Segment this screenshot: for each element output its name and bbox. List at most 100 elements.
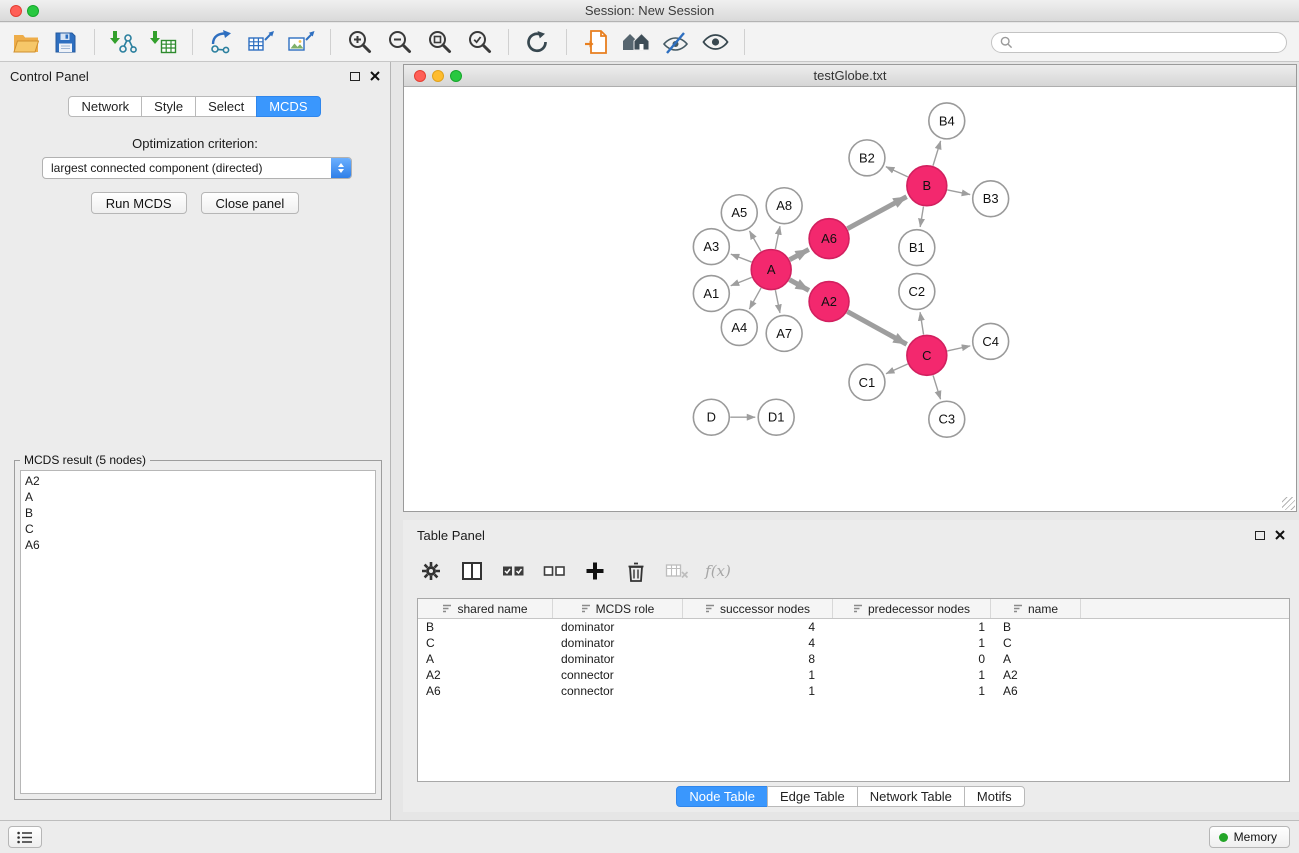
import-table-button[interactable] (148, 28, 179, 56)
run-mcds-button[interactable]: Run MCDS (91, 192, 187, 214)
tab-network-table[interactable]: Network Table (857, 786, 965, 807)
mcds-result-list[interactable]: A2ABCA6 (20, 470, 376, 794)
mcds-result-item[interactable]: A (25, 489, 371, 505)
graph-node-C[interactable]: C (907, 335, 947, 375)
graph-edge-A-A8[interactable] (775, 226, 780, 249)
graph-edge-A-A4[interactable] (749, 288, 761, 309)
graph-node-A6[interactable]: A6 (809, 219, 849, 259)
close-table-panel-icon[interactable] (1275, 530, 1285, 540)
apply-layout-button[interactable] (522, 28, 553, 56)
table-row[interactable]: A2connector11A2 (418, 667, 1289, 683)
memory-button[interactable]: Memory (1209, 826, 1290, 848)
graph-node-A2[interactable]: A2 (809, 282, 849, 322)
resize-corner-handle[interactable] (1282, 497, 1295, 510)
graph-edge-B-B3[interactable] (947, 190, 970, 195)
zoom-in-button[interactable] (344, 28, 375, 56)
tab-style[interactable]: Style (141, 96, 196, 117)
table-row[interactable]: Cdominator41C (418, 635, 1289, 651)
zoom-window-icon[interactable] (27, 5, 39, 17)
graph-node-C2[interactable]: C2 (899, 274, 935, 310)
graph-node-A3[interactable]: A3 (693, 229, 729, 265)
table-row[interactable]: Bdominator41B (418, 619, 1289, 635)
table-row[interactable]: A6connector11A6 (418, 683, 1289, 699)
show-graphics-details-button[interactable] (700, 28, 731, 56)
graph-edge-A-A7[interactable] (775, 290, 780, 313)
maximize-network-icon[interactable] (450, 70, 462, 82)
graph-edge-A-A6[interactable] (790, 249, 809, 259)
import-network-button[interactable] (108, 28, 139, 56)
column-header-name[interactable]: name (991, 599, 1081, 618)
node-table[interactable]: shared nameMCDS rolesuccessor nodesprede… (417, 598, 1290, 782)
tab-motifs[interactable]: Motifs (964, 786, 1025, 807)
delete-column-button[interactable] (624, 559, 648, 583)
graph-node-C1[interactable]: C1 (849, 364, 885, 400)
graph-edge-A-A3[interactable] (731, 254, 752, 262)
criterion-dropdown[interactable]: largest connected component (directed) (42, 157, 352, 179)
close-window-icon[interactable] (10, 5, 22, 17)
graph-edge-C-C1[interactable] (886, 364, 908, 374)
column-header-MCDS-role[interactable]: MCDS role (553, 599, 683, 618)
tab-select[interactable]: Select (195, 96, 257, 117)
graph-edge-A-A2[interactable] (790, 280, 809, 291)
first-neighbors-button[interactable] (620, 28, 651, 56)
graph-node-C4[interactable]: C4 (973, 323, 1009, 359)
minimize-network-icon[interactable] (432, 70, 444, 82)
export-network-button[interactable] (206, 28, 237, 56)
graph-node-A5[interactable]: A5 (721, 195, 757, 231)
graph-node-A7[interactable]: A7 (766, 315, 802, 351)
export-image-button[interactable] (286, 28, 317, 56)
table-settings-button[interactable] (419, 559, 443, 583)
save-session-button[interactable] (50, 28, 81, 56)
graph-node-A4[interactable]: A4 (721, 309, 757, 345)
graph-edge-C-C2[interactable] (920, 312, 924, 334)
graph-edge-A-A1[interactable] (731, 277, 752, 285)
graph-node-A8[interactable]: A8 (766, 188, 802, 224)
mcds-result-item[interactable]: B (25, 505, 371, 521)
table-row[interactable]: Adominator80A (418, 651, 1289, 667)
search-box[interactable] (991, 32, 1287, 53)
close-network-icon[interactable] (414, 70, 426, 82)
graph-edge-A2-C[interactable] (847, 312, 906, 345)
tab-mcds[interactable]: MCDS (256, 96, 320, 117)
mcds-result-item[interactable]: A2 (25, 473, 371, 489)
network-canvas-svg[interactable]: B4B2BB3A8A5A6B1A3AC2A1A2A4A7C4CC1C3DD1 (404, 88, 1296, 511)
float-panel-icon[interactable] (350, 72, 360, 81)
task-history-button[interactable] (8, 826, 42, 848)
network-canvas[interactable]: B4B2BB3A8A5A6B1A3AC2A1A2A4A7C4CC1C3DD1 (404, 88, 1296, 511)
graph-edge-C-C4[interactable] (947, 346, 970, 351)
search-input[interactable] (1018, 35, 1278, 49)
graph-node-D1[interactable]: D1 (758, 399, 794, 435)
close-panel-icon[interactable] (370, 71, 380, 81)
select-all-button[interactable] (501, 559, 525, 583)
deselect-all-button[interactable] (542, 559, 566, 583)
zoom-fit-button[interactable] (424, 28, 455, 56)
network-file-button[interactable] (580, 28, 611, 56)
graph-edge-A6-B[interactable] (847, 197, 906, 229)
graph-node-B1[interactable]: B1 (899, 230, 935, 266)
graph-edge-B-B4[interactable] (933, 141, 941, 166)
graph-node-B2[interactable]: B2 (849, 140, 885, 176)
tab-network[interactable]: Network (68, 96, 142, 117)
graph-node-B4[interactable]: B4 (929, 103, 965, 139)
zoom-selected-button[interactable] (464, 28, 495, 56)
graph-edge-C-C3[interactable] (933, 375, 940, 399)
mcds-result-item[interactable]: C (25, 521, 371, 537)
hide-graphics-details-button[interactable] (660, 28, 691, 56)
graph-edge-B-B2[interactable] (886, 167, 908, 177)
tab-node-table[interactable]: Node Table (676, 786, 768, 807)
mcds-result-item[interactable]: A6 (25, 537, 371, 553)
float-table-panel-icon[interactable] (1255, 531, 1265, 540)
close-panel-button[interactable]: Close panel (201, 192, 300, 214)
graph-edge-B-B1[interactable] (920, 206, 923, 226)
column-header-predecessor-nodes[interactable]: predecessor nodes (833, 599, 991, 618)
open-session-button[interactable] (10, 28, 41, 56)
graph-node-B3[interactable]: B3 (973, 181, 1009, 217)
graph-node-B[interactable]: B (907, 166, 947, 206)
zoom-out-button[interactable] (384, 28, 415, 56)
export-table-button[interactable] (246, 28, 277, 56)
show-columns-button[interactable] (460, 559, 484, 583)
column-header-shared-name[interactable]: shared name (418, 599, 553, 618)
graph-edge-A-A5[interactable] (750, 231, 761, 251)
graph-node-A1[interactable]: A1 (693, 276, 729, 312)
graph-node-A[interactable]: A (751, 250, 791, 290)
